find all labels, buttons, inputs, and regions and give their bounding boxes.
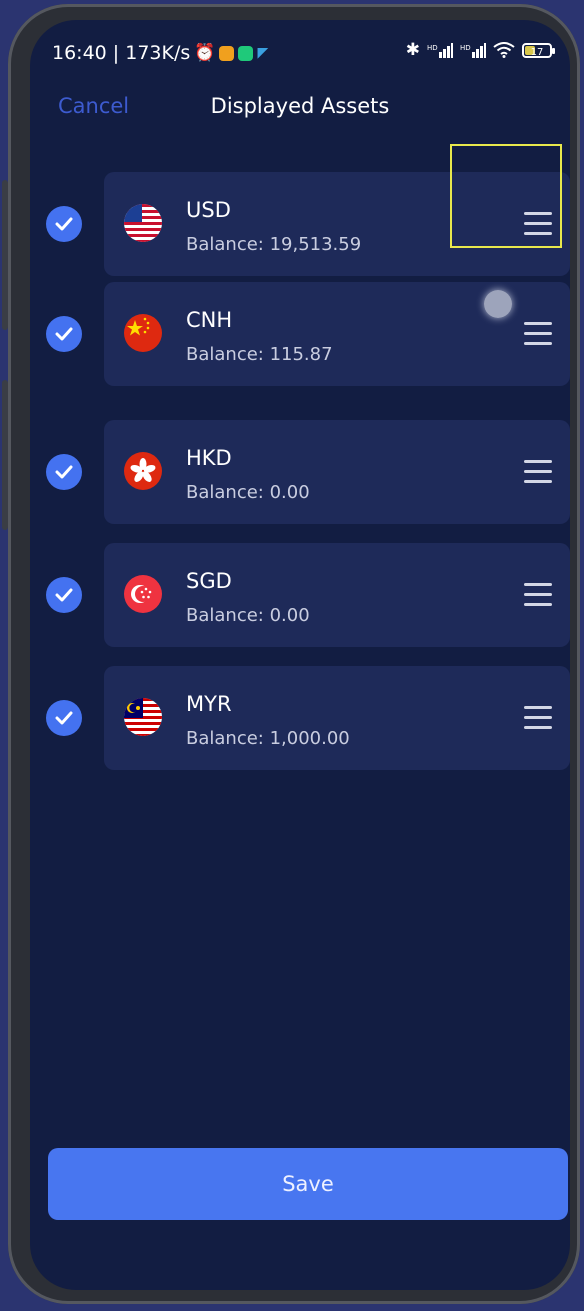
touch-indicator xyxy=(484,290,512,318)
highlight-box xyxy=(450,144,562,248)
bluetooth-icon: ✱ xyxy=(405,40,420,60)
list-item: SGD Balance: 0.00 xyxy=(30,541,570,649)
asset-checkbox[interactable] xyxy=(46,316,82,352)
svg-text:HD: HD xyxy=(427,44,438,52)
svg-text:HD: HD xyxy=(460,44,471,52)
asset-balance: Balance: 115.87 xyxy=(186,344,333,365)
battery-text: 17 xyxy=(530,46,544,58)
drag-handle-icon[interactable] xyxy=(522,320,554,348)
asset-card[interactable]: MYR Balance: 1,000.00 xyxy=(104,666,570,770)
app-notification-icon: ◤ xyxy=(257,45,269,61)
drag-handle-icon[interactable] xyxy=(522,458,554,486)
check-icon xyxy=(55,711,73,725)
asset-code: HKD xyxy=(186,446,232,470)
asset-checkbox[interactable] xyxy=(46,206,82,242)
check-icon xyxy=(55,327,73,341)
asset-checkbox[interactable] xyxy=(46,700,82,736)
status-time-speed: 16:40 | 173K/s xyxy=(52,42,191,64)
hk-flag-icon xyxy=(124,452,162,490)
signal-icon: HD xyxy=(427,43,453,58)
asset-checkbox[interactable] xyxy=(46,577,82,613)
us-flag-icon xyxy=(124,204,162,242)
drag-handle-icon[interactable] xyxy=(522,581,554,609)
check-icon xyxy=(55,588,73,602)
app-notification-icon xyxy=(219,45,235,61)
check-icon xyxy=(55,217,73,231)
status-bar: 16:40 | 173K/s ⏰ ◤ ✱ HD HD 17 xyxy=(30,20,570,76)
drag-handle-icon[interactable] xyxy=(522,704,554,732)
asset-balance: Balance: 0.00 xyxy=(186,482,310,503)
asset-code: SGD xyxy=(186,569,232,593)
signal-icon: HD xyxy=(460,43,486,58)
asset-balance: Balance: 1,000.00 xyxy=(186,728,350,749)
asset-code: CNH xyxy=(186,308,233,332)
side-button xyxy=(2,380,8,530)
nav-bar: Displayed Assets Cancel xyxy=(30,90,570,130)
battery-icon: 17 xyxy=(522,42,555,58)
save-button[interactable]: Save xyxy=(48,1148,568,1220)
alarm-icon: ⏰ xyxy=(194,43,216,63)
asset-balance: Balance: 0.00 xyxy=(186,605,310,626)
asset-card[interactable]: SGD Balance: 0.00 xyxy=(104,543,570,647)
list-item: HKD Balance: 0.00 xyxy=(30,418,570,526)
status-left: 16:40 | 173K/s ⏰ ◤ xyxy=(52,42,268,64)
status-right: ✱ HD HD 17 xyxy=(405,40,555,60)
sg-flag-icon xyxy=(124,575,162,613)
list-item: MYR Balance: 1,000.00 xyxy=(30,664,570,772)
check-icon xyxy=(55,465,73,479)
asset-card[interactable]: HKD Balance: 0.00 xyxy=(104,420,570,524)
asset-code: MYR xyxy=(186,692,232,716)
cn-flag-icon xyxy=(124,314,162,352)
wifi-icon xyxy=(493,42,515,58)
asset-balance: Balance: 19,513.59 xyxy=(186,234,362,255)
my-flag-icon xyxy=(124,698,162,736)
asset-code: USD xyxy=(186,198,231,222)
side-button xyxy=(2,180,8,330)
asset-checkbox[interactable] xyxy=(46,454,82,490)
app-notification-icon xyxy=(238,45,254,61)
cancel-button[interactable]: Cancel xyxy=(58,94,129,118)
